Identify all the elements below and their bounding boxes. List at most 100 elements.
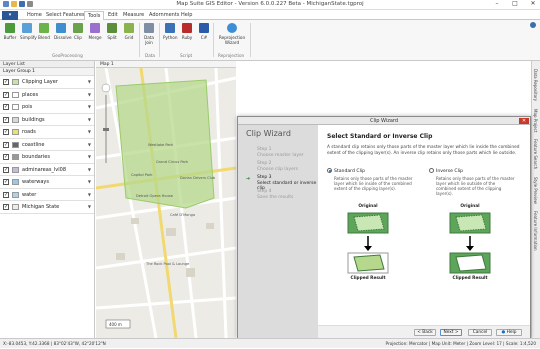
chevron-down-icon[interactable]: ▼: [88, 154, 91, 159]
layer-row[interactable]: ✓ Clipping Layer ▼: [0, 76, 94, 89]
layer-name: water: [22, 191, 37, 198]
map-label: Westlake Park: [148, 143, 174, 147]
close-button[interactable]: ✕: [528, 0, 538, 7]
result-shape: [353, 254, 385, 272]
grid-button[interactable]: Grid: [122, 23, 136, 40]
layer-visibility-checkbox[interactable]: ✓: [3, 191, 9, 198]
tab-edit[interactable]: Edit: [105, 11, 121, 20]
chevron-down-icon[interactable]: ▼: [88, 129, 91, 134]
side-tab-data-repository[interactable]: Data Repository: [533, 69, 538, 101]
help-button[interactable]: ● Help: [496, 329, 522, 336]
tab-adornments[interactable]: Adornments: [146, 11, 182, 20]
group-separator: [213, 23, 214, 57]
inverse-clip-option[interactable]: Inverse Clip: [429, 168, 463, 174]
layer-group-header[interactable]: Layer Group 1: [0, 68, 94, 76]
layer-row[interactable]: ✓ places ▼: [0, 89, 94, 101]
layer-style-swatch: [12, 204, 19, 210]
group-separator: [159, 23, 160, 57]
layer-name: buildings: [22, 116, 45, 123]
group-separator: [139, 23, 140, 57]
layer-row[interactable]: ✓ roads ▼: [0, 126, 94, 139]
map-label: The Rock Pool & Lounge: [146, 262, 190, 266]
clip-button[interactable]: Clip: [71, 23, 85, 40]
side-tab-feature-search[interactable]: Feature Search: [533, 139, 538, 169]
ruby-button[interactable]: Ruby: [180, 23, 194, 40]
back-button[interactable]: < Back: [414, 329, 436, 336]
split-button[interactable]: Split: [105, 23, 119, 40]
buffer-button[interactable]: Buffer: [3, 23, 17, 40]
file-menu-button[interactable]: ▾: [2, 11, 18, 20]
layer-visibility-checkbox[interactable]: ✓: [3, 129, 9, 135]
layer-row[interactable]: ✓ pois ▼: [0, 101, 94, 114]
chevron-down-icon[interactable]: ▼: [88, 104, 91, 109]
layer-visibility-checkbox[interactable]: ✓: [3, 91, 9, 98]
layer-visibility-checkbox[interactable]: ✓: [3, 104, 9, 110]
standard-clip-radio[interactable]: [327, 168, 332, 173]
side-tab-feature-information[interactable]: Feature Information: [533, 211, 538, 251]
layer-visibility-checkbox[interactable]: ✓: [3, 116, 9, 123]
chevron-down-icon[interactable]: ▼: [88, 79, 91, 84]
window-title: Map Suite GIS Editor - Version 6.0.0.227…: [176, 1, 364, 7]
layer-visibility-checkbox[interactable]: ✓: [3, 204, 9, 210]
merge-button[interactable]: Merge: [88, 23, 102, 40]
side-tab-map-project[interactable]: Map Project: [533, 109, 538, 132]
status-bar: X:-83.0453, Y:42.3368 | 83°02'43"W, 42°2…: [0, 338, 540, 348]
layer-row[interactable]: ✓ coastline ▼: [0, 139, 94, 151]
layer-style-swatch: [12, 166, 19, 173]
ribbon: Buffer Simplify Blend Dissolve Clip Merg…: [0, 20, 540, 61]
map-label: Dorian Drivers Club: [180, 176, 216, 180]
tab-select-features[interactable]: Select Features: [43, 11, 88, 20]
tab-tools[interactable]: Tools: [84, 11, 105, 20]
clip-icon: [73, 23, 83, 33]
layer-visibility-checkbox[interactable]: ✓: [3, 154, 9, 160]
layer-row[interactable]: ✓ Michigan State ▼: [0, 201, 94, 214]
grid-icon: [124, 23, 134, 33]
layer-row[interactable]: ✓ buildings ▼: [0, 114, 94, 126]
reprojection-wizard-button[interactable]: Reprojection Wizard: [218, 23, 246, 45]
layer-visibility-checkbox[interactable]: ✓: [3, 179, 9, 185]
current-step-arrow-icon: ➔: [246, 176, 251, 182]
layer-name: Clipping Layer: [22, 79, 58, 85]
close-icon[interactable]: ✕: [519, 118, 529, 124]
layer-row[interactable]: ✓ water ▼: [0, 189, 94, 201]
chevron-down-icon[interactable]: ▼: [88, 204, 91, 209]
maximize-button[interactable]: □: [510, 0, 520, 7]
layer-row[interactable]: ✓ waterways ▼: [0, 176, 94, 189]
next-button[interactable]: Next >: [440, 329, 462, 336]
map-view[interactable]: Map 1 400 m Westlake Park Grand Circus P…: [96, 61, 236, 338]
inverse-clip-radio[interactable]: [429, 168, 434, 173]
layer-row[interactable]: ✓ adminareas_lvl08 ▼: [0, 164, 94, 176]
csharp-button[interactable]: C#: [197, 23, 211, 40]
cancel-button[interactable]: Cancel: [468, 329, 492, 336]
blend-button[interactable]: Blend: [37, 23, 51, 40]
side-tab-style-preview[interactable]: Style Preview: [533, 177, 538, 204]
tab-home[interactable]: Home: [24, 11, 45, 20]
map-canvas[interactable]: 400 m: [96, 68, 236, 338]
python-button[interactable]: Python: [163, 23, 178, 40]
chevron-down-icon[interactable]: ▼: [88, 142, 91, 147]
standard-clip-option[interactable]: Standard Clip: [327, 168, 365, 174]
page-title: Select Standard or Inverse Clip: [327, 133, 433, 140]
page-description: A standard clip retains only those parts…: [327, 145, 520, 156]
tab-measure[interactable]: Measure: [120, 11, 147, 20]
help-icon[interactable]: [530, 22, 536, 28]
title-bar: Map Suite GIS Editor - Version 6.0.0.227…: [0, 0, 540, 10]
layer-row[interactable]: ✓ boundaries ▼: [0, 151, 94, 164]
layer-visibility-checkbox[interactable]: ✓: [3, 166, 9, 173]
dissolve-button[interactable]: Dissolve: [54, 23, 72, 40]
minimize-button[interactable]: –: [492, 0, 502, 7]
result-hole-shape: [455, 254, 487, 272]
layer-visibility-checkbox[interactable]: ✓: [3, 141, 9, 148]
chevron-down-icon[interactable]: ▼: [88, 117, 91, 122]
globe-icon: [227, 23, 237, 33]
simplify-button[interactable]: Simplify: [20, 23, 37, 40]
tab-help[interactable]: Help: [178, 11, 195, 20]
map-tab[interactable]: Map 1: [96, 61, 236, 68]
chevron-down-icon[interactable]: ▼: [88, 192, 91, 197]
layer-visibility-checkbox[interactable]: ✓: [3, 79, 9, 85]
data-join-button[interactable]: Data Join: [142, 23, 156, 45]
chevron-down-icon[interactable]: ▼: [88, 92, 91, 97]
chevron-down-icon[interactable]: ▼: [88, 167, 91, 172]
chevron-down-icon[interactable]: ▼: [88, 179, 91, 184]
group-label-geoprocessing: GeoProcessing: [52, 53, 83, 58]
